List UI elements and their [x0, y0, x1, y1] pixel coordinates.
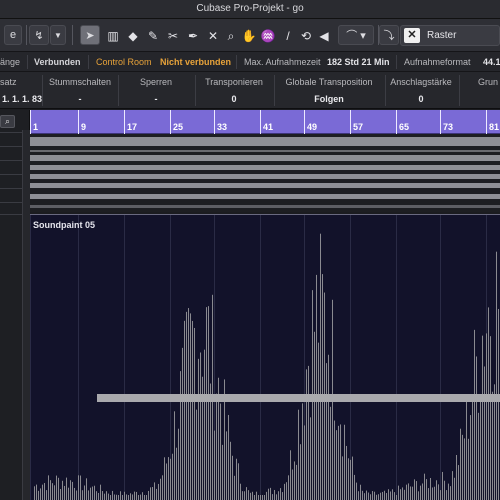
track-lane[interactable] [30, 205, 500, 208]
info-value-global-transpose[interactable]: Folgen [274, 94, 384, 104]
ruler-tick [214, 110, 215, 134]
track-lane[interactable] [30, 165, 500, 170]
rec-format-value: 44.1 [483, 57, 500, 67]
track-lane[interactable] [30, 150, 500, 152]
ruler-tick [396, 110, 397, 134]
status-connected[interactable]: Verbunden [34, 57, 81, 67]
track-lane[interactable] [30, 137, 500, 146]
track-lane[interactable] [30, 155, 500, 161]
ruler-bar-number: 17 [127, 122, 138, 132]
pointer-icon[interactable]: ➤ [80, 25, 100, 45]
auto-scroll-icon[interactable]: ↯ [29, 25, 49, 45]
track-lane[interactable] [30, 183, 500, 188]
raster-select[interactable]: ✕ Raster [400, 25, 500, 46]
track-lane[interactable] [30, 174, 500, 179]
toolbar: e ↯ ▼ ➤ ▥ ◆ ✎ ✂ ✒ ✕ ⌕ ✋ ♒ / ⟲ ◀ ⌒ ▾ ⤵ ✕ … [0, 19, 500, 52]
snap-type-icon: ✕ [404, 28, 420, 43]
info-header-root: Grun [478, 77, 499, 87]
search-icon[interactable]: ⌕ [0, 115, 15, 128]
bend-icon[interactable]: ⌒ ▾ [338, 25, 374, 45]
status-not-connected[interactable]: Nicht verbunden [160, 57, 231, 67]
draw-icon[interactable]: / [280, 28, 296, 44]
info-header-position: satz [0, 77, 17, 87]
edit-icon[interactable]: e [4, 25, 22, 45]
speaker-icon[interactable]: ◀ [316, 28, 332, 44]
status-bar: änge Verbunden Control Room Nicht verbun… [0, 52, 500, 72]
audio-event[interactable]: Soundpaint 05 [30, 214, 500, 500]
ruler-bar-number: 25 [173, 122, 184, 132]
comb-icon[interactable]: ♒ [260, 28, 276, 44]
track-lane[interactable] [30, 194, 500, 199]
info-header-mute: Stummschalten [48, 77, 112, 87]
timeline-ruler[interactable]: 1 9 17 25 33 41 49 57 65 73 81 [30, 110, 500, 134]
event-name: Soundpaint 05 [33, 220, 96, 230]
status-cut-label: änge [0, 57, 21, 67]
range-icon[interactable]: ▥ [105, 28, 121, 44]
title-bar: Cubase Pro-Projekt - go [0, 0, 500, 19]
info-header-global-transpose: Globale Transposition [285, 77, 373, 87]
ruler-bar-number: 33 [217, 122, 228, 132]
ruler-tick [124, 110, 125, 134]
max-rec-value: 182 Std 21 Min [327, 57, 390, 67]
ruler-bar-number: 73 [443, 122, 454, 132]
info-value-mute[interactable]: - [44, 94, 116, 104]
max-rec-label: Max. Aufnahmezeit [244, 57, 321, 67]
rec-format-label: Aufnahmeformat [404, 57, 471, 67]
ruler-tick [486, 110, 487, 134]
info-value-lock[interactable]: - [118, 94, 194, 104]
window-title: Cubase Pro-Projekt - go [196, 3, 304, 14]
track-list-panel: ⌕ [0, 110, 30, 500]
dropdown-icon[interactable]: ▼ [50, 25, 66, 45]
zoom-icon[interactable]: ⌕ [223, 28, 239, 44]
ruler-tick [260, 110, 261, 134]
info-value-transpose[interactable]: 0 [195, 94, 273, 104]
close-icon[interactable]: ✕ [205, 28, 221, 44]
raster-label: Raster [427, 30, 457, 41]
info-value-velocity[interactable]: 0 [385, 94, 457, 104]
eraser-icon[interactable]: ◆ [125, 28, 141, 44]
track-lanes [30, 134, 500, 212]
ruler-tick [30, 110, 31, 134]
split-icon[interactable]: ✎ [145, 28, 161, 44]
ruler-bar-number: 81 [489, 122, 500, 132]
info-header-lock: Sperren [139, 77, 173, 87]
ruler-bar-number: 49 [307, 122, 318, 132]
ruler-bar-number: 65 [399, 122, 410, 132]
time-warp-icon[interactable]: ⟲ [298, 28, 314, 44]
ruler-bar-number: 1 [33, 122, 39, 132]
ruler-tick [304, 110, 305, 134]
ruler-tick [170, 110, 171, 134]
waveform [34, 233, 500, 500]
info-value-position[interactable]: 1. 1. 1. 83 [2, 94, 42, 104]
ruler-tick [350, 110, 351, 134]
ruler-bar-number: 57 [353, 122, 364, 132]
glue-icon[interactable]: ✂ [165, 28, 181, 44]
info-header-transpose: Transponieren [205, 77, 263, 87]
hand-icon[interactable]: ✋ [241, 28, 257, 44]
mute-icon[interactable]: ✒ [185, 28, 201, 44]
info-line: satz 1. 1. 1. 83 Stummschalten - Sperren… [0, 72, 500, 109]
info-header-velocity: Anschlagstärke [390, 77, 452, 87]
ruler-bar-number: 9 [81, 122, 87, 132]
status-control-room[interactable]: Control Room [96, 57, 152, 67]
snap-icon[interactable]: ⤵ [379, 25, 399, 45]
ruler-tick [440, 110, 441, 134]
track-scroll-strip[interactable] [22, 130, 30, 500]
playback-range-bar[interactable] [97, 394, 500, 402]
ruler-bar-number: 41 [263, 122, 274, 132]
ruler-tick [78, 110, 79, 134]
